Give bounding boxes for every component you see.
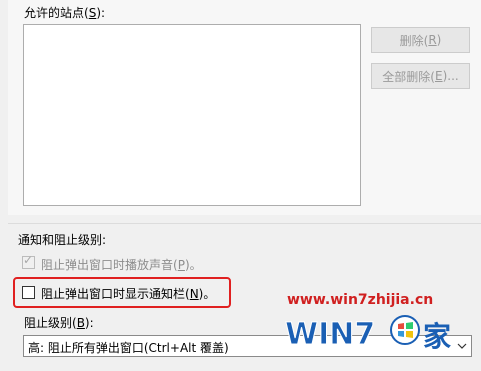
show-notification-bar-label: 阻止弹出窗口时显示通知栏(N)。 (41, 287, 216, 301)
allowed-sites-label: 允许的站点(S): (24, 6, 106, 20)
checkmark-icon: ✓ (23, 253, 34, 267)
section-divider (8, 223, 481, 224)
watermark-brand-suffix: 家 (423, 320, 451, 353)
watermark-logo: WIN7 家 (285, 315, 451, 353)
windows-logo-icon (390, 315, 420, 345)
remove-all-button[interactable]: 全部删除(E)... (371, 63, 470, 89)
remove-button[interactable]: 删除(R) (371, 27, 470, 53)
allowed-sites-list[interactable] (23, 24, 361, 206)
show-notification-bar-checkbox[interactable] (22, 286, 35, 299)
block-level-label: 阻止级别(B): (24, 316, 94, 330)
play-sound-label: 阻止弹出窗口时播放声音(P)。 (41, 258, 202, 272)
block-level-value: 高: 阻止所有弹出窗口(Ctrl+Alt 覆盖) (28, 341, 229, 355)
notify-section-heading: 通知和阻止级别: (18, 233, 107, 247)
watermark-brand-text: WIN7 (285, 317, 375, 352)
